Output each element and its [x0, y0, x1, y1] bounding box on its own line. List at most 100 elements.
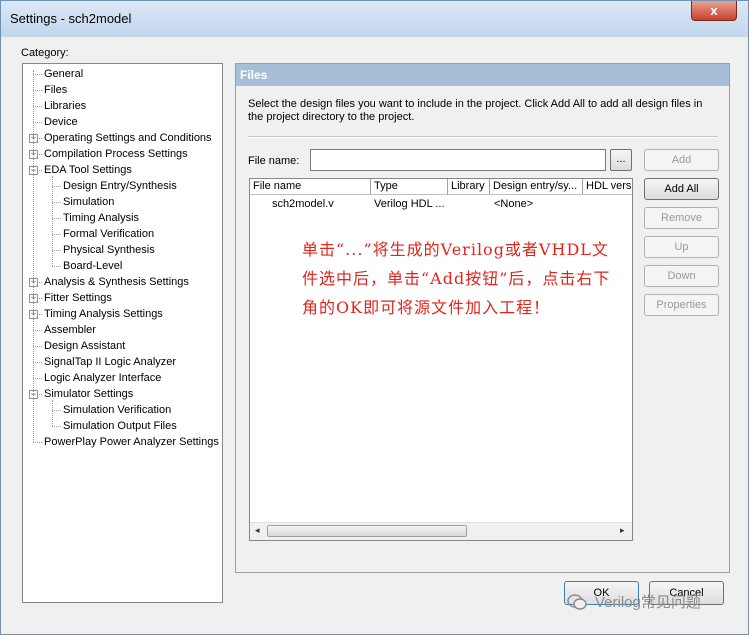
- tree-item[interactable]: Simulation Verification: [63, 402, 171, 418]
- down-button[interactable]: Down: [644, 265, 719, 287]
- column-header-file-name[interactable]: File name: [250, 179, 371, 195]
- tree-item[interactable]: SignalTap II Logic Analyzer: [44, 354, 176, 370]
- category-tree[interactable]: General Files Libraries Device Operating Set…: [22, 63, 223, 603]
- tree-item[interactable]: Simulation: [63, 194, 114, 210]
- tree-item-label: Design Assistant: [44, 340, 126, 352]
- tree-item-label: Analysis & Synthesis Settings: [44, 276, 189, 288]
- tree-item-label: Assembler: [44, 324, 96, 336]
- tree-item[interactable]: Assembler: [44, 322, 96, 338]
- tree-connector: [52, 400, 53, 426]
- tree-item-label: Simulation Verification: [63, 404, 172, 416]
- up-button[interactable]: Up: [644, 236, 719, 258]
- file-name-input[interactable]: [310, 149, 606, 171]
- tree-item-label: Board-Level: [63, 260, 123, 272]
- tree-connector: [33, 122, 42, 123]
- tree-item[interactable]: Files: [44, 82, 67, 98]
- tree-item-label: Fitter Settings: [44, 292, 112, 304]
- tree-item-label: Files: [44, 84, 68, 96]
- tree-item-label: Libraries: [44, 100, 87, 112]
- settings-window: Settings - sch2model x Category: General…: [0, 0, 749, 635]
- category-label: Category:: [21, 47, 69, 59]
- tree-connector: [33, 90, 42, 91]
- tree-item-label: PowerPlay Power Analyzer Settings: [44, 436, 219, 448]
- cell-design-entry: <None>: [494, 198, 534, 210]
- tree-connector: [52, 186, 61, 187]
- tree-item[interactable]: Device: [44, 114, 78, 130]
- tree-connector: [33, 378, 42, 379]
- tree-item[interactable]: Operating Settings and Conditions: [44, 130, 212, 146]
- column-header-hdl-version[interactable]: HDL vers: [583, 179, 632, 195]
- tree-item[interactable]: Physical Synthesis: [63, 242, 155, 258]
- tree-item[interactable]: Design Assistant: [44, 338, 125, 354]
- close-button[interactable]: x: [691, 1, 737, 21]
- tree-connector: [33, 330, 42, 331]
- tree-connector: [33, 362, 42, 363]
- tree-item[interactable]: Timing Analysis: [63, 210, 139, 226]
- divider: [248, 136, 718, 138]
- horizontal-scrollbar[interactable]: ◂ ▸: [250, 522, 632, 540]
- tree-connector: [52, 410, 61, 411]
- tree-connector: [52, 250, 61, 251]
- scrollbar-thumb[interactable]: [267, 525, 467, 537]
- tree-item-label: Operating Settings and Conditions: [44, 132, 212, 144]
- tree-item[interactable]: Formal Verification: [63, 226, 154, 242]
- red-annotation-text: 单击“...”将生成的Verilog或者VHDL文件选中后，单击“Add按钮”后…: [302, 240, 611, 317]
- tree-item[interactable]: EDA Tool Settings: [44, 162, 132, 178]
- column-header-library[interactable]: Library: [448, 179, 490, 195]
- tree-item-label: Simulator Settings: [44, 388, 134, 400]
- wechat-icon: [567, 593, 587, 610]
- tree-item-label: Simulation Output Files: [63, 420, 177, 432]
- column-header-type[interactable]: Type: [371, 179, 448, 195]
- tree-connector: [52, 218, 61, 219]
- close-icon: x: [710, 3, 718, 18]
- tree-item-label: Physical Synthesis: [63, 244, 155, 256]
- column-header-design-entry[interactable]: Design entry/sy...: [490, 179, 583, 195]
- file-name-label: File name:: [248, 155, 300, 167]
- panel-header: Files: [236, 64, 729, 86]
- window-title: Settings - sch2model: [10, 11, 132, 26]
- tree-item-label: Design Entry/Synthesis: [63, 180, 177, 192]
- tree-item[interactable]: Libraries: [44, 98, 86, 114]
- tree-item[interactable]: Simulator Settings: [44, 386, 133, 402]
- add-all-button[interactable]: Add All: [644, 178, 719, 200]
- tree-item-label: SignalTap II Logic Analyzer: [44, 356, 177, 368]
- tree-connector: [33, 70, 34, 442]
- tree-item[interactable]: Fitter Settings: [44, 290, 112, 306]
- tree-item[interactable]: Logic Analyzer Interface: [44, 370, 161, 386]
- tree-item[interactable]: Timing Analysis Settings: [44, 306, 163, 322]
- properties-button[interactable]: Properties: [644, 294, 719, 316]
- tree-connector: [52, 266, 61, 267]
- cell-type: Verilog HDL ...: [374, 198, 445, 210]
- tree-item[interactable]: Design Entry/Synthesis: [63, 178, 177, 194]
- tree-item[interactable]: Board-Level: [63, 258, 122, 274]
- scroll-right-icon[interactable]: ▸: [620, 525, 625, 536]
- tree-item[interactable]: Compilation Process Settings: [44, 146, 188, 162]
- tree-item-label: Timing Analysis Settings: [44, 308, 163, 320]
- tree-item-label: Compilation Process Settings: [44, 148, 188, 160]
- tree-connector: [52, 176, 53, 266]
- tree-connector: [52, 202, 61, 203]
- tree-item[interactable]: PowerPlay Power Analyzer Settings: [44, 434, 219, 450]
- file-list[interactable]: File name Type Library Design entry/sy..…: [249, 178, 633, 541]
- tree-item-label: Simulation: [63, 196, 115, 208]
- tree-item-label: Device: [44, 116, 78, 128]
- title-bar[interactable]: Settings - sch2model x: [1, 1, 748, 37]
- tree-item-label: Logic Analyzer Interface: [44, 372, 162, 384]
- tree-connector: [33, 74, 42, 75]
- add-button[interactable]: Add: [644, 149, 719, 171]
- tree-item-label: Timing Analysis: [63, 212, 140, 224]
- tree-connector: [52, 426, 61, 427]
- watermark: Verilog常见问题: [567, 591, 701, 612]
- browse-button[interactable]: ...: [610, 149, 632, 171]
- cell-file-name: sch2model.v: [272, 198, 334, 210]
- tree-connector: [33, 346, 42, 347]
- watermark-text: Verilog常见问题: [595, 594, 701, 611]
- tree-item-label: General: [44, 68, 84, 80]
- tree-item[interactable]: Simulation Output Files: [63, 418, 177, 434]
- tree-item[interactable]: Analysis & Synthesis Settings: [44, 274, 189, 290]
- scroll-left-icon[interactable]: ◂: [255, 525, 260, 536]
- files-panel: Files Select the design files you want t…: [235, 63, 730, 573]
- tree-item[interactable]: General: [44, 66, 83, 82]
- remove-button[interactable]: Remove: [644, 207, 719, 229]
- tree-connector: [52, 234, 61, 235]
